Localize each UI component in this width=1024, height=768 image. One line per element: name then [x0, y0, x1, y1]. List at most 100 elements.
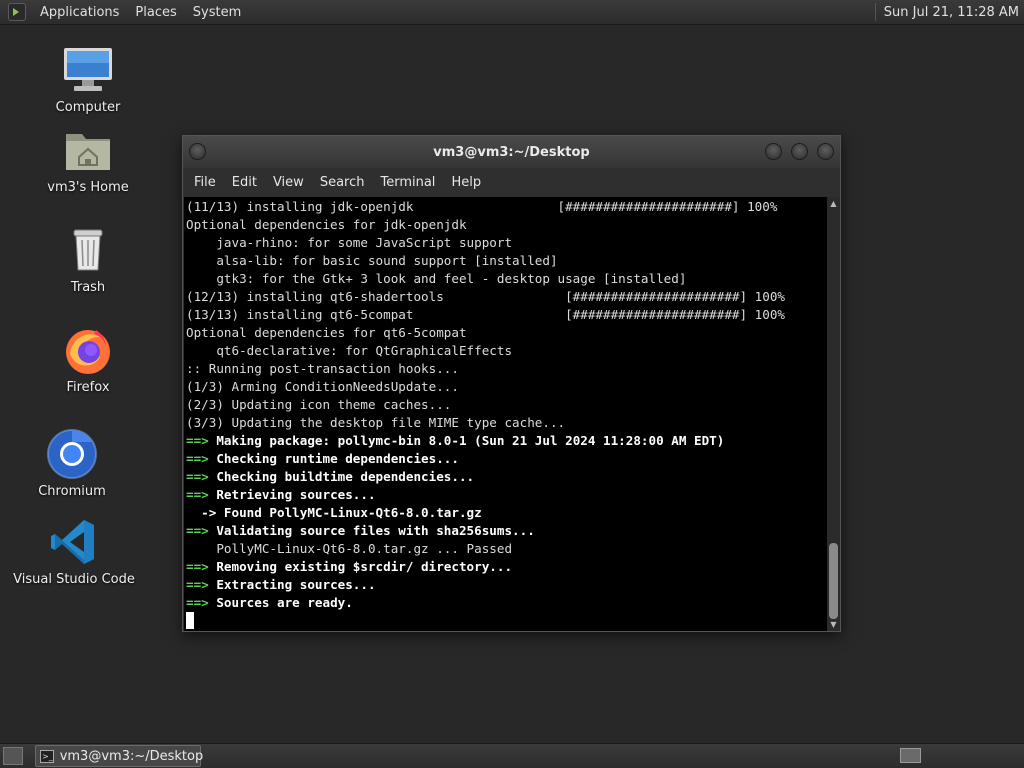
vscode-icon	[48, 516, 100, 568]
terminal-line-text: Optional dependencies for qt6-5compat	[186, 325, 467, 340]
window-titlebar[interactable]: vm3@vm3:~/Desktop	[183, 136, 840, 168]
terminal-line: ==> Retrieving sources...	[186, 486, 827, 504]
window-menu-button[interactable]	[189, 143, 206, 160]
terminal-line-text: Sources are ready.	[208, 595, 353, 610]
scroll-down-arrow-icon[interactable]: ▼	[829, 620, 838, 629]
applications-menu-icon[interactable]	[8, 3, 26, 21]
terminal-line-text: Making package: pollymc-bin 8.0-1 (Sun 2…	[208, 433, 725, 448]
maximize-button[interactable]	[791, 143, 808, 160]
terminal-cursor	[186, 612, 194, 629]
taskbar-item-label: vm3@vm3:~/Desktop	[59, 748, 204, 764]
desktop-icon-chromium[interactable]: Chromium	[17, 428, 127, 499]
terminal-line-text: java-rhino: for some JavaScript support	[186, 235, 513, 250]
terminal-line: :: Running post-transaction hooks...	[186, 360, 827, 378]
desktop-icon-label: Visual Studio Code	[13, 572, 135, 587]
terminal-line: qt6-declarative: for QtGraphicalEffects	[186, 342, 827, 360]
terminal-line: (12/13) installing qt6-shadertools [####…	[186, 288, 827, 306]
terminal-line: PollyMC-Linux-Qt6-8.0.tar.gz ... Passed	[186, 540, 827, 558]
clock[interactable]: Sun Jul 21, 11:28 AM	[884, 5, 1024, 20]
taskbar-item-terminal[interactable]: >_ vm3@vm3:~/Desktop	[35, 745, 204, 767]
terminal-line-text: PollyMC-Linux-Qt6-8.0.tar.gz ... Passed	[186, 541, 513, 556]
terminal-line: -> Found PollyMC-Linux-Qt6-8.0.tar.gz	[186, 504, 827, 522]
system-menu[interactable]: System	[185, 5, 249, 20]
terminal-line-text: (13/13) installing qt6-5compat [########…	[186, 307, 785, 322]
desktop-icon-label: Trash	[70, 280, 106, 295]
terminal-line: ==> Checking runtime dependencies...	[186, 450, 827, 468]
top-panel: Applications Places System Sun Jul 21, 1…	[0, 0, 1024, 25]
terminal-line-text: Checking buildtime dependencies...	[208, 469, 475, 484]
scroll-up-arrow-icon[interactable]: ▲	[829, 199, 838, 208]
terminal-line: ==> Making package: pollymc-bin 8.0-1 (S…	[186, 432, 827, 450]
terminal-window[interactable]: vm3@vm3:~/Desktop File Edit View Search …	[182, 135, 841, 632]
terminal-line: (1/3) Arming ConditionNeedsUpdate...	[186, 378, 827, 396]
computer-icon	[62, 44, 114, 96]
terminal-line-text: (1/3) Arming ConditionNeedsUpdate...	[186, 379, 459, 394]
window-title: vm3@vm3:~/Desktop	[433, 144, 590, 160]
desktop-icon-label: Chromium	[38, 484, 106, 499]
terminal-line: gtk3: for the Gtk+ 3 look and feel - des…	[186, 270, 827, 288]
places-menu[interactable]: Places	[127, 5, 184, 20]
prompt-arrow: ==>	[186, 523, 209, 538]
firefox-icon	[62, 324, 114, 376]
terminal-cursor-line	[186, 612, 827, 630]
menu-view[interactable]: View	[265, 175, 312, 190]
desktop-icon-label: vm3's Home	[47, 180, 129, 195]
desktop-icon-home[interactable]: vm3's Home	[33, 124, 143, 195]
desktop-icon-label: Computer	[55, 100, 121, 115]
terminal-line: Optional dependencies for qt6-5compat	[186, 324, 827, 342]
prompt-arrow: ==>	[186, 487, 209, 502]
menu-terminal[interactable]: Terminal	[372, 175, 443, 190]
terminal-line: Optional dependencies for jdk-openjdk	[186, 216, 827, 234]
terminal-scrollbar[interactable]: ▲ ▼	[827, 197, 840, 631]
menu-search[interactable]: Search	[312, 175, 373, 190]
desktop-icon-label: Firefox	[66, 380, 110, 395]
prompt-arrow: ==>	[186, 595, 209, 610]
terminal-line-text: Validating source files with sha256sums.…	[208, 523, 535, 538]
applications-menu[interactable]: Applications	[32, 5, 127, 20]
close-button[interactable]	[817, 143, 834, 160]
terminal-line: (2/3) Updating icon theme caches...	[186, 396, 827, 414]
terminal-line-text: alsa-lib: for basic sound support [insta…	[186, 253, 558, 268]
terminal-line-text: Retrieving sources...	[208, 487, 376, 502]
prompt-arrow: ==>	[186, 451, 209, 466]
desktop-icon-firefox[interactable]: Firefox	[33, 324, 143, 395]
terminal-line-text: Checking runtime dependencies...	[208, 451, 459, 466]
panel-separator	[874, 3, 876, 21]
terminal-line: ==> Checking buildtime dependencies...	[186, 468, 827, 486]
prompt-arrow: ==>	[186, 469, 209, 484]
terminal-line-text: -> Found PollyMC-Linux-Qt6-8.0.tar.gz	[186, 505, 482, 520]
prompt-arrow: ==>	[186, 559, 209, 574]
terminal-icon: >_	[40, 749, 54, 763]
desktop-icon-computer[interactable]: Computer	[33, 44, 143, 115]
terminal-line-text: (12/13) installing qt6-shadertools [####…	[186, 289, 785, 304]
terminal-line-text: Extracting sources...	[208, 577, 376, 592]
trash-icon	[62, 224, 114, 276]
minimize-button[interactable]	[765, 143, 782, 160]
menu-help[interactable]: Help	[443, 175, 489, 190]
terminal-menubar: File Edit View Search Terminal Help	[183, 168, 840, 196]
terminal-line: alsa-lib: for basic sound support [insta…	[186, 252, 827, 270]
bottom-panel: >_ vm3@vm3:~/Desktop	[0, 743, 1024, 768]
terminal-line-text: qt6-declarative: for QtGraphicalEffects	[186, 343, 513, 358]
terminal-line-text: (11/13) installing jdk-openjdk [########…	[186, 199, 778, 214]
terminal-line-text: Optional dependencies for jdk-openjdk	[186, 217, 467, 232]
chromium-icon	[46, 428, 98, 480]
terminal-line: ==> Removing existing $srcdir/ directory…	[186, 558, 827, 576]
terminal-line: (3/3) Updating the desktop file MIME typ…	[186, 414, 827, 432]
terminal-line-text: gtk3: for the Gtk+ 3 look and feel - des…	[186, 271, 687, 286]
terminal-output[interactable]: (11/13) installing jdk-openjdk [########…	[184, 197, 827, 631]
show-desktop-icon[interactable]	[3, 747, 23, 765]
prompt-arrow: ==>	[186, 433, 209, 448]
menu-edit[interactable]: Edit	[224, 175, 265, 190]
menu-file[interactable]: File	[186, 175, 224, 190]
terminal-line-text: Removing existing $srcdir/ directory...	[208, 559, 513, 574]
terminal-line: ==> Extracting sources...	[186, 576, 827, 594]
prompt-arrow: ==>	[186, 577, 209, 592]
scrollbar-thumb[interactable]	[829, 543, 838, 619]
terminal-line: java-rhino: for some JavaScript support	[186, 234, 827, 252]
terminal-line-text: (2/3) Updating icon theme caches...	[186, 397, 452, 412]
terminal-line-text: :: Running post-transaction hooks...	[186, 361, 459, 376]
desktop-icon-trash[interactable]: Trash	[33, 224, 143, 295]
workspace-switcher[interactable]	[900, 748, 921, 763]
desktop-icon-vscode[interactable]: Visual Studio Code	[13, 516, 135, 587]
